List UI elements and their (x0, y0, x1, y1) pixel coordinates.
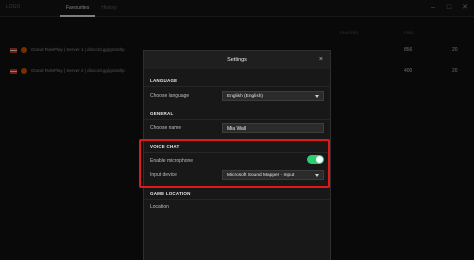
choose-language-label: Choose language (150, 93, 190, 99)
chevron-down-icon (315, 95, 319, 98)
section-heading-game-location: GAME LOCATION (150, 191, 191, 196)
divider (144, 119, 330, 120)
section-heading-general: GENERAL (150, 111, 174, 116)
section-heading-language: LANGUAGE (150, 78, 178, 83)
dialog-title: Settings (227, 57, 247, 63)
close-icon[interactable]: × (319, 56, 323, 63)
divider (144, 86, 330, 87)
language-value: English (English) (227, 94, 263, 99)
language-select[interactable]: English (English) (222, 91, 324, 101)
location-label: Location (150, 204, 169, 210)
choose-name-label: Choose name (150, 125, 182, 131)
name-input[interactable]: Mia Wall (222, 123, 324, 133)
highlight-box (139, 139, 330, 188)
divider (144, 199, 330, 200)
